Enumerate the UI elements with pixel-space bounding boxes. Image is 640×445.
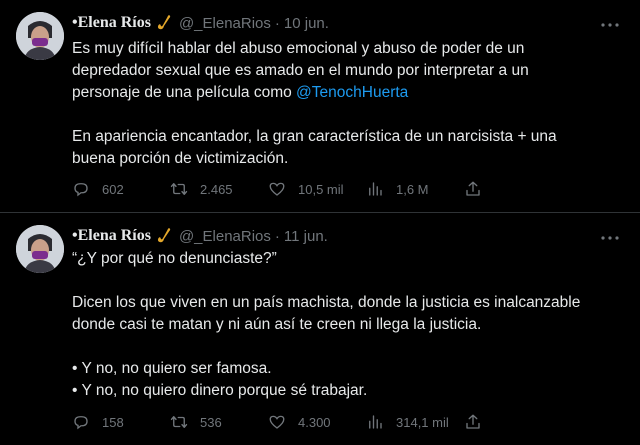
reply-button[interactable]: 158 bbox=[72, 413, 170, 431]
retweet-button[interactable]: 2.465 bbox=[170, 180, 268, 198]
views-count: 1,6 M bbox=[396, 181, 429, 197]
tweet-text: “¿Y por qué no denunciaste?” Dicen los q… bbox=[72, 248, 622, 402]
reply-count: 602 bbox=[102, 181, 124, 197]
retweet-button[interactable]: 536 bbox=[170, 413, 268, 431]
text-line: • Y no, no quiero ser famosa. bbox=[72, 360, 272, 377]
author-handle[interactable]: @_ElenaRios bbox=[179, 15, 271, 32]
like-button[interactable]: 10,5 mil bbox=[268, 180, 366, 198]
action-bar: 602 2.465 10,5 mil 1,6 M bbox=[72, 180, 532, 198]
share-button[interactable] bbox=[464, 413, 484, 431]
like-count: 4.300 bbox=[298, 414, 331, 430]
views-icon bbox=[369, 415, 382, 429]
avatar[interactable] bbox=[16, 12, 64, 60]
like-icon bbox=[269, 415, 285, 429]
reply-icon bbox=[74, 183, 88, 197]
reply-button[interactable]: 602 bbox=[72, 180, 170, 198]
tweet-header: •Elena Ríos @_ElenaRios · 10 jun. bbox=[72, 13, 329, 33]
retweet-icon bbox=[170, 183, 188, 195]
separator: · bbox=[274, 227, 280, 245]
views-icon bbox=[369, 182, 382, 196]
author-name[interactable]: •Elena Ríos bbox=[72, 14, 151, 32]
like-button[interactable]: 4.300 bbox=[268, 413, 366, 431]
tweet-header: •Elena Ríos @_ElenaRios · 11 jun. bbox=[72, 226, 328, 246]
text-line: buena porción de victimización. bbox=[72, 150, 289, 167]
text-line: Es muy difícil hablar del abuso emociona… bbox=[72, 40, 525, 57]
text-line: donde casi te matan y ni aún así te cree… bbox=[72, 316, 482, 333]
text-line: En apariencia encantador, la gran caract… bbox=[72, 128, 557, 145]
retweet-icon bbox=[170, 416, 188, 428]
tweet-date[interactable]: 11 jun. bbox=[284, 228, 328, 245]
author-handle[interactable]: @_ElenaRios bbox=[179, 228, 271, 245]
views-button[interactable]: 314,1 mil bbox=[366, 413, 464, 431]
saxophone-icon bbox=[155, 14, 173, 32]
separator: · bbox=[274, 14, 280, 32]
reply-icon bbox=[74, 416, 88, 430]
tweet[interactable]: •Elena Ríos @_ElenaRios · 11 jun. “¿Y po… bbox=[0, 212, 640, 445]
share-icon bbox=[466, 181, 480, 196]
text-line: Dicen los que viven en un país machista,… bbox=[72, 294, 581, 311]
retweet-count: 536 bbox=[200, 414, 222, 430]
text-line: “¿Y por qué no denunciaste?” bbox=[72, 250, 277, 267]
retweet-count: 2.465 bbox=[200, 181, 233, 197]
share-button[interactable] bbox=[464, 180, 484, 198]
share-icon bbox=[466, 414, 480, 429]
views-button[interactable]: 1,6 M bbox=[366, 180, 464, 198]
like-icon bbox=[269, 182, 285, 196]
like-count: 10,5 mil bbox=[298, 181, 344, 197]
more-icon[interactable] bbox=[600, 229, 620, 240]
views-count: 314,1 mil bbox=[396, 414, 449, 430]
saxophone-icon bbox=[155, 227, 173, 245]
author-name[interactable]: •Elena Ríos bbox=[72, 227, 151, 245]
tweet-date[interactable]: 10 jun. bbox=[284, 15, 329, 32]
tweet-text: Es muy difícil hablar del abuso emociona… bbox=[72, 38, 622, 170]
mention-link[interactable]: @TenochHuerta bbox=[296, 84, 408, 101]
text-segment: personaje de una película como bbox=[72, 84, 297, 101]
text-line: depredador sexual que es amado en el mun… bbox=[72, 62, 529, 79]
action-bar: 158 536 4.300 314,1 mil bbox=[72, 413, 532, 431]
tweet[interactable]: •Elena Ríos @_ElenaRios · 10 jun. Es muy… bbox=[0, 0, 640, 212]
text-line: personaje de una película como @TenochHu… bbox=[72, 82, 622, 104]
avatar[interactable] bbox=[16, 225, 64, 273]
text-line: • Y no, no quiero dinero porque sé traba… bbox=[72, 382, 368, 399]
reply-count: 158 bbox=[102, 414, 124, 430]
more-icon[interactable] bbox=[600, 16, 620, 27]
